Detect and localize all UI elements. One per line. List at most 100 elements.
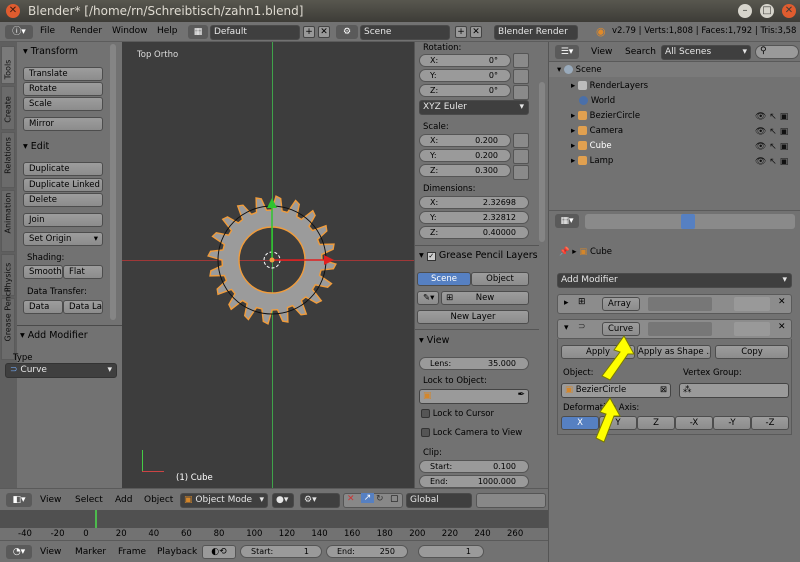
- menu-search[interactable]: Search: [625, 47, 656, 57]
- transform-header[interactable]: ▾ Transform: [23, 46, 78, 57]
- menu-help[interactable]: Help: [157, 26, 178, 36]
- layout-remove-icon[interactable]: ✕: [318, 26, 330, 38]
- scene-field[interactable]: Scene: [360, 25, 450, 40]
- menu-window[interactable]: Window: [112, 26, 148, 36]
- outliner-search-input[interactable]: ⚲: [755, 45, 799, 59]
- translate-button[interactable]: Translate: [23, 67, 103, 81]
- layer-buttons[interactable]: [476, 493, 546, 508]
- lock-camera-checkbox[interactable]: Lock Camera to View: [421, 428, 522, 438]
- operator-header[interactable]: ▾ Add Modifier: [20, 330, 88, 341]
- close-icon[interactable]: ✕: [6, 4, 20, 18]
- delete-button[interactable]: Delete: [23, 193, 103, 207]
- copy-button[interactable]: Copy: [715, 345, 789, 359]
- axis-neg-x-button[interactable]: -X: [675, 416, 713, 430]
- mirror-button[interactable]: Mirror: [23, 117, 103, 131]
- lock-cursor-checkbox[interactable]: Lock to Cursor: [421, 409, 494, 419]
- outliner-item-beziercircle[interactable]: ▸ BezierCircle: [571, 111, 640, 121]
- info-editor-icon[interactable]: ⓘ▾: [5, 25, 33, 39]
- euler-select[interactable]: XYZ Euler ▾: [419, 100, 529, 115]
- minimize-icon[interactable]: –: [738, 4, 752, 18]
- tab-create[interactable]: Create: [1, 86, 15, 130]
- clip-start-field[interactable]: Start: 0.100: [419, 460, 529, 473]
- duplicate-button[interactable]: Duplicate: [23, 162, 103, 176]
- sidebar-scrollbar[interactable]: [539, 82, 545, 242]
- menu-file[interactable]: File: [40, 26, 55, 36]
- layout-icon[interactable]: ▦: [188, 25, 208, 39]
- operator-type-select[interactable]: ⊃ Curve ▾: [5, 363, 117, 378]
- grease-pencil-header[interactable]: ▾ ✓ Grease Pencil Layers: [419, 250, 538, 261]
- tab-tools[interactable]: Tools: [1, 46, 15, 84]
- menu-view[interactable]: View: [591, 47, 612, 57]
- lock-icon[interactable]: [513, 69, 529, 84]
- 3d-viewport[interactable]: Top Ortho (1) Cube: [122, 42, 414, 488]
- outliner-item-renderlayers[interactable]: ▸ RenderLayers: [571, 81, 648, 91]
- tool-shelf-scrollbar[interactable]: [110, 44, 116, 320]
- preview-range-icon[interactable]: ◐⟲: [202, 545, 236, 559]
- vertex-group-field[interactable]: ⁂: [679, 383, 789, 398]
- layout-add-icon[interactable]: +: [303, 26, 315, 38]
- flat-button[interactable]: Flat: [63, 265, 103, 279]
- scene-add-icon[interactable]: +: [455, 26, 467, 38]
- menu-playback[interactable]: Playback: [157, 547, 197, 557]
- lock-object-field[interactable]: ▣ ✒: [419, 389, 529, 404]
- visibility-icons[interactable]: 👁 ↖ ▣ 👁 ↖ ▣ 👁 ↖ ▣ 👁 ↖ ▣: [755, 110, 788, 170]
- view-panel-header[interactable]: ▾ View: [419, 335, 449, 346]
- outliner-item-cube[interactable]: ▸ Cube: [571, 141, 612, 151]
- clip-end-field[interactable]: End: 1000.000: [419, 475, 529, 488]
- outliner-item-lamp[interactable]: ▸ Lamp: [571, 156, 613, 166]
- editor-type-icon[interactable]: ◧▾: [6, 493, 32, 507]
- array-modifier-header[interactable]: ▸ ⊞ Array ✕: [557, 294, 792, 314]
- lock-icon[interactable]: [513, 53, 529, 68]
- current-frame-field[interactable]: 1: [418, 545, 484, 558]
- data-button[interactable]: Data: [23, 300, 63, 314]
- maximize-icon[interactable]: □: [760, 4, 774, 18]
- menu-frame[interactable]: Frame: [118, 547, 146, 557]
- lock-icon[interactable]: [513, 133, 529, 148]
- axis-neg-y-button[interactable]: -Y: [713, 416, 751, 430]
- rotation-y-field[interactable]: Y: 0°: [419, 69, 511, 82]
- context-tabs[interactable]: [585, 214, 795, 229]
- add-modifier-select[interactable]: Add Modifier ▾: [557, 273, 792, 288]
- menu-marker[interactable]: Marker: [75, 547, 106, 557]
- apply-as-shape-button[interactable]: Apply as Shape ...: [637, 345, 711, 359]
- manipulator-icons[interactable]: ✕ ↗ ↻ ▢: [343, 493, 403, 508]
- menu-view[interactable]: View: [40, 495, 61, 505]
- duplicate-linked-button[interactable]: Duplicate Linked: [23, 178, 103, 192]
- gp-new-button[interactable]: ⊞ New: [441, 291, 529, 305]
- menu-object[interactable]: Object: [144, 495, 173, 505]
- outliner-item-scene[interactable]: ▾ Scene: [557, 65, 602, 75]
- layout-field[interactable]: Default: [210, 25, 300, 40]
- lock-icon[interactable]: [513, 149, 529, 164]
- rotation-x-field[interactable]: X: 0°: [419, 54, 511, 67]
- join-button[interactable]: Join: [23, 213, 103, 227]
- gear-object[interactable]: [122, 42, 414, 488]
- dimensions-y-field[interactable]: Y: 2.32812: [419, 211, 529, 224]
- menu-select[interactable]: Select: [75, 495, 103, 505]
- menu-view[interactable]: View: [40, 547, 61, 557]
- gp-scene-tab[interactable]: Scene: [417, 272, 471, 286]
- scale-y-field[interactable]: Y: 0.200: [419, 149, 511, 162]
- rotate-button[interactable]: Rotate: [23, 82, 103, 96]
- outliner-item-world[interactable]: World: [571, 96, 615, 106]
- pivot-icon[interactable]: ⚙▾: [300, 493, 340, 508]
- gp-object-tab[interactable]: Object: [471, 272, 529, 286]
- axis-z-button[interactable]: Z: [637, 416, 675, 430]
- array-name-field[interactable]: Array: [602, 297, 640, 311]
- window-close-icon[interactable]: ✕: [782, 4, 796, 18]
- end-frame-field[interactable]: End: 250: [326, 545, 408, 558]
- current-frame-marker[interactable]: [95, 510, 97, 528]
- axis-neg-z-button[interactable]: -Z: [751, 416, 789, 430]
- lock-icon[interactable]: [513, 165, 529, 180]
- lock-icon[interactable]: [513, 85, 529, 100]
- set-origin-button[interactable]: Set Origin ▾: [23, 232, 103, 246]
- gp-new-layer-button[interactable]: New Layer: [417, 310, 529, 324]
- orientation-select[interactable]: Global: [406, 493, 472, 508]
- display-mode-select[interactable]: All Scenes ▾: [661, 45, 751, 60]
- edit-header[interactable]: ▾ Edit: [23, 141, 49, 152]
- properties-editor-icon[interactable]: ▦▾: [555, 214, 579, 228]
- outliner-item-camera[interactable]: ▸ Camera: [571, 126, 623, 136]
- shading-icon[interactable]: ●▾: [272, 493, 294, 508]
- tab-relations[interactable]: Relations: [1, 132, 15, 188]
- menu-render[interactable]: Render: [70, 26, 102, 36]
- lens-field[interactable]: Lens: 35.000: [419, 357, 529, 370]
